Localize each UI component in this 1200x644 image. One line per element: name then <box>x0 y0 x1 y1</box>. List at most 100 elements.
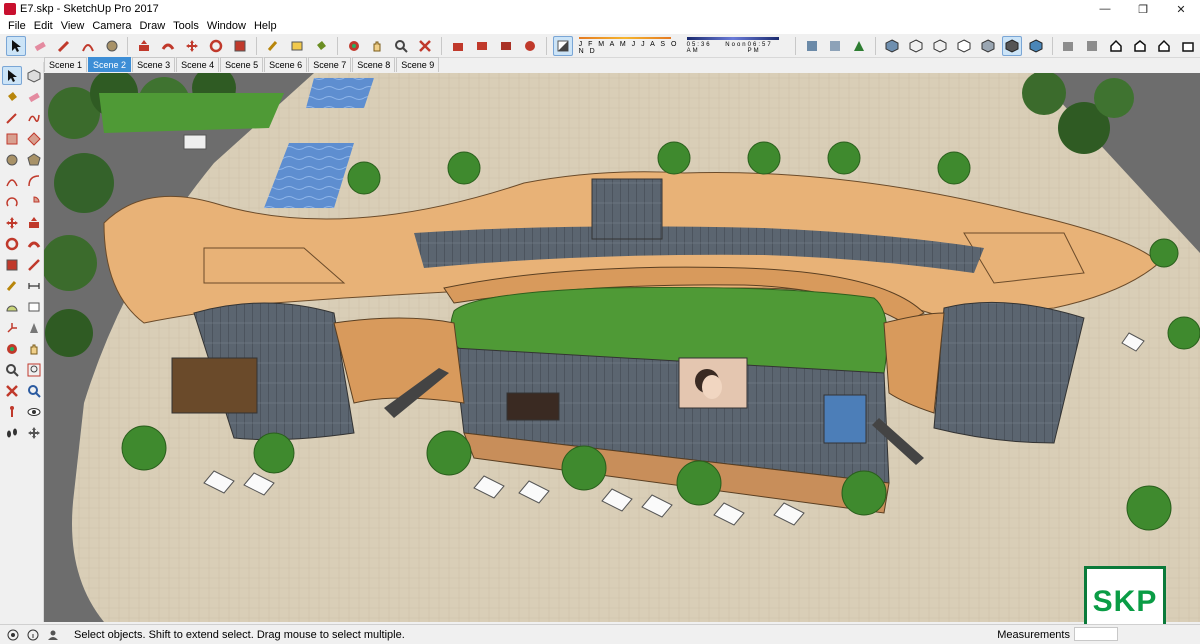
zoom-button[interactable] <box>391 36 411 56</box>
rotate-button[interactable] <box>206 36 226 56</box>
rectangle-button[interactable] <box>2 129 22 148</box>
shadow-date-slider[interactable]: J F M A M J J A S O N D <box>578 36 679 55</box>
pan-button[interactable] <box>367 36 387 56</box>
back-edges-button[interactable] <box>906 36 926 56</box>
text-button[interactable] <box>24 297 44 316</box>
move-button[interactable] <box>182 36 202 56</box>
menu-view[interactable]: View <box>57 20 89 32</box>
eraser-tool-button[interactable] <box>30 36 50 56</box>
tape-measure-button[interactable] <box>2 276 22 295</box>
tab-scene-6[interactable]: Scene 6 <box>264 57 308 72</box>
styles-button[interactable] <box>826 36 846 56</box>
user-account-icon[interactable] <box>46 628 60 642</box>
menu-file[interactable]: File <box>4 20 30 32</box>
menu-camera[interactable]: Camera <box>88 20 135 32</box>
3d-text-button[interactable] <box>24 318 44 337</box>
share-button[interactable] <box>496 36 516 56</box>
follow-me-button[interactable] <box>24 234 44 253</box>
maximize-button[interactable]: ❐ <box>1124 0 1162 18</box>
time-slider-track[interactable] <box>686 37 779 40</box>
line-tool-button[interactable] <box>54 36 74 56</box>
arc-button[interactable] <box>2 171 22 190</box>
polygon-button[interactable] <box>24 150 44 169</box>
axes-button[interactable] <box>2 318 22 337</box>
menu-window[interactable]: Window <box>203 20 250 32</box>
zoom-window-button[interactable] <box>24 360 44 379</box>
top-view-button[interactable] <box>1082 36 1102 56</box>
xray-button[interactable] <box>882 36 902 56</box>
protractor-button[interactable] <box>2 297 22 316</box>
tab-scene-8[interactable]: Scene 8 <box>352 57 396 72</box>
hidden-line-button[interactable] <box>954 36 974 56</box>
menu-draw[interactable]: Draw <box>135 20 169 32</box>
front-view-button[interactable] <box>1106 36 1126 56</box>
move-button[interactable] <box>2 213 22 232</box>
previous-view-button[interactable] <box>24 381 44 400</box>
freehand-button[interactable] <box>24 108 44 127</box>
zoom-extents-button[interactable] <box>415 36 435 56</box>
geolocation-icon[interactable] <box>6 628 20 642</box>
close-button[interactable]: ✕ <box>1162 0 1200 18</box>
extension-warehouse-button[interactable] <box>520 36 540 56</box>
zoom-button[interactable] <box>2 360 22 379</box>
model-info-button[interactable] <box>802 36 822 56</box>
select-tool-button[interactable] <box>2 66 22 85</box>
iso-view-button[interactable] <box>1059 36 1079 56</box>
model-viewport[interactable] <box>44 73 1200 622</box>
tab-scene-3[interactable]: Scene 3 <box>132 57 176 72</box>
rotated-rectangle-button[interactable] <box>24 129 44 148</box>
orbit-button[interactable] <box>344 36 364 56</box>
shaded-button[interactable] <box>978 36 998 56</box>
measurements-input[interactable] <box>1074 627 1118 641</box>
paint-bucket-button[interactable] <box>2 87 22 106</box>
components-button[interactable] <box>472 36 492 56</box>
month-slider-track[interactable] <box>578 36 671 39</box>
push-pull-button[interactable] <box>134 36 154 56</box>
shadow-time-slider[interactable]: 05:36 AM Noon 06:57 PM <box>686 37 787 55</box>
scale-button[interactable] <box>2 255 22 274</box>
walk-button[interactable] <box>2 423 22 442</box>
tab-scene-5[interactable]: Scene 5 <box>220 57 264 72</box>
two-point-arc-button[interactable] <box>24 171 44 190</box>
scale-button[interactable] <box>230 36 250 56</box>
shaded-textures-button[interactable] <box>1001 35 1022 56</box>
tab-scene-2[interactable]: Scene 2 <box>88 57 132 72</box>
right-view-button[interactable] <box>1130 36 1150 56</box>
shadows-toggle-button[interactable] <box>552 35 573 56</box>
push-pull-button[interactable] <box>24 213 44 232</box>
menu-edit[interactable]: Edit <box>30 20 57 32</box>
menu-tools[interactable]: Tools <box>169 20 203 32</box>
back-view-button[interactable] <box>1154 36 1174 56</box>
eraser-button[interactable] <box>24 87 44 106</box>
pie-button[interactable] <box>24 192 44 211</box>
three-point-arc-button[interactable] <box>2 192 22 211</box>
arc-tool-button[interactable] <box>78 36 98 56</box>
tab-scene-9[interactable]: Scene 9 <box>396 57 440 72</box>
dimension-button[interactable] <box>24 276 44 295</box>
credits-icon[interactable] <box>26 628 40 642</box>
section-plane-button[interactable] <box>24 423 44 442</box>
tape-measure-button[interactable] <box>263 36 283 56</box>
tab-scene-4[interactable]: Scene 4 <box>176 57 220 72</box>
sandbox-button[interactable] <box>849 36 869 56</box>
paint-bucket-button[interactable] <box>311 36 331 56</box>
text-button[interactable] <box>287 36 307 56</box>
look-around-button[interactable] <box>24 402 44 421</box>
menu-help[interactable]: Help <box>250 20 281 32</box>
shape-tool-button[interactable] <box>102 36 122 56</box>
zoom-extents-button[interactable] <box>2 381 22 400</box>
monochrome-button[interactable] <box>1026 36 1046 56</box>
warehouse-button[interactable] <box>448 36 468 56</box>
line-button[interactable] <box>2 108 22 127</box>
select-tool-button[interactable] <box>6 35 26 56</box>
offset-button[interactable] <box>24 255 44 274</box>
make-component-button[interactable] <box>24 66 44 85</box>
position-camera-button[interactable] <box>2 402 22 421</box>
minimize-button[interactable]: — <box>1086 0 1124 18</box>
rotate-button[interactable] <box>2 234 22 253</box>
wireframe-button[interactable] <box>930 36 950 56</box>
orbit-button[interactable] <box>2 339 22 358</box>
circle-button[interactable] <box>2 150 22 169</box>
left-view-button[interactable] <box>1178 36 1198 56</box>
tab-scene-1[interactable]: Scene 1 <box>44 57 88 72</box>
